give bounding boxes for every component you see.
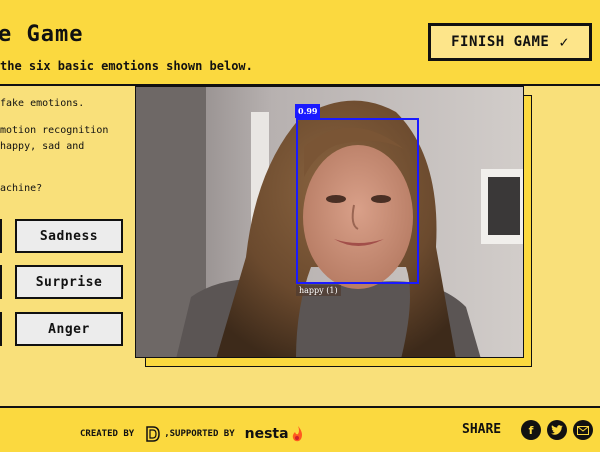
header: e Game the six basic emotions shown belo… [0,0,600,86]
emotion-button-partial[interactable] [0,312,2,346]
finish-game-button[interactable]: FINISH GAME ✓ [428,23,592,61]
email-icon[interactable] [573,420,593,440]
twitter-icon[interactable] [547,420,567,440]
page-subtitle: the six basic emotions shown below. [0,59,253,73]
share-label: SHARE [462,422,502,437]
created-by-label: CREATED BY [80,429,135,439]
credits: CREATED BY ,SUPPORTED BY nesta [80,425,305,443]
emotion-button-partial[interactable] [0,219,2,253]
facebook-icon[interactable]: f [521,420,541,440]
nesta-flame-icon [292,426,302,442]
footer: CREATED BY ,SUPPORTED BY nesta SHARE f [0,406,600,452]
supported-by-label: ,SUPPORTED BY [164,429,235,439]
intro-line-4: achine? [0,183,43,194]
anger-button[interactable]: Anger [15,312,123,346]
intro-line-3: happy, sad and [0,141,85,152]
page-title: e Game [0,22,84,47]
check-icon: ✓ [559,33,569,51]
sponsor-logo: nesta [244,426,289,442]
finish-game-label: FINISH GAME [451,34,550,50]
detected-emotion-label: happy (1) [296,285,341,296]
surprise-button[interactable]: Surprise [15,265,123,299]
camera-feed: 0.99 happy (1) [135,86,524,358]
confidence-badge: 0.99 [295,104,321,118]
intro-line-1: fake emotions. [0,98,85,109]
intro-line-2: motion recognition [0,125,109,136]
emotion-button-partial[interactable] [0,265,2,299]
sadness-button[interactable]: Sadness [15,219,123,253]
creator-logo-icon [146,426,160,442]
face-detection-box [296,118,419,284]
